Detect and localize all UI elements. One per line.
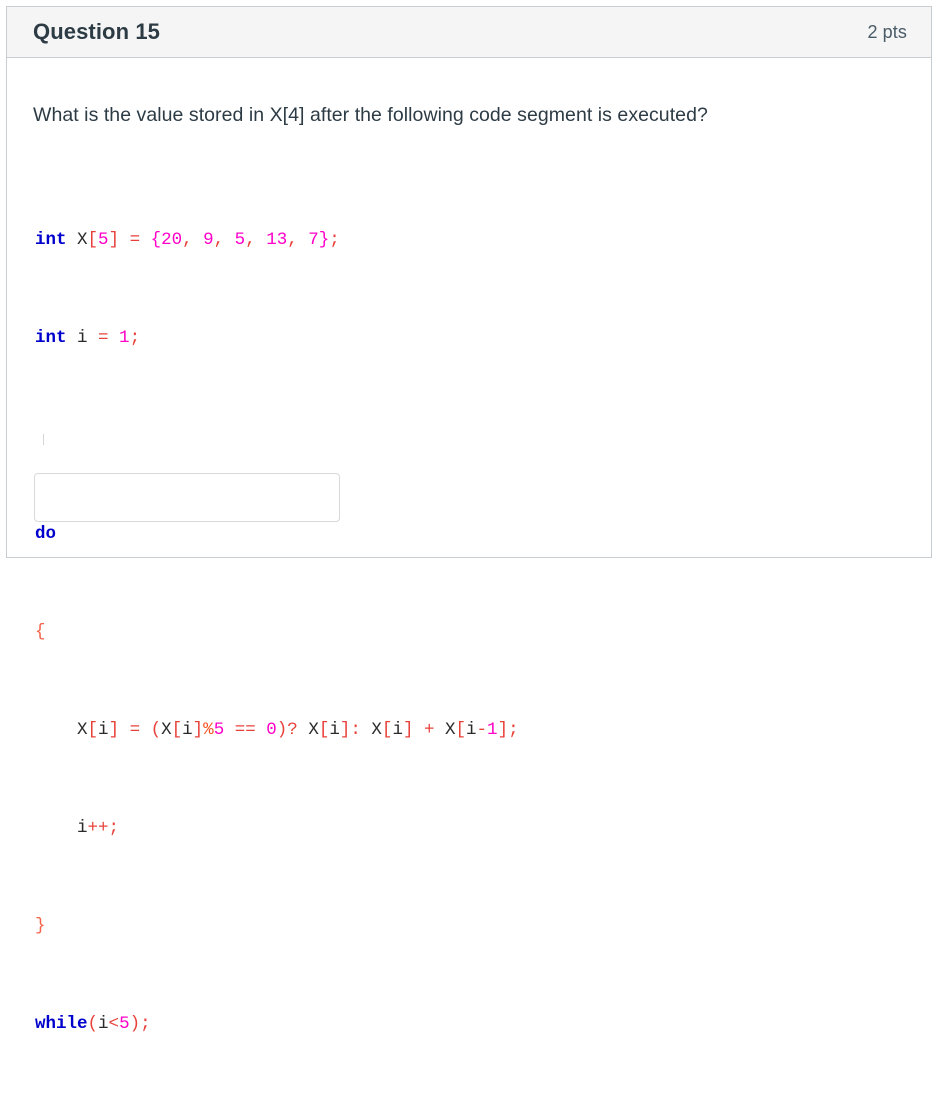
code-token-operator: % <box>203 719 214 740</box>
code-token-identifier: X <box>77 719 88 740</box>
code-token-brace: } <box>318 229 330 250</box>
code-token-identifier: i <box>182 719 193 740</box>
code-token-punct: ; <box>129 327 141 348</box>
code-token-punct: ] <box>497 719 509 740</box>
code-token-brace: { <box>35 621 46 642</box>
page-title: Question 15 <box>33 19 161 44</box>
code-line: int i = 1; <box>35 326 905 351</box>
code-segment: int X[5] = {20, 9, 5, 13, 7}; int i = 1;… <box>35 154 905 1110</box>
code-token-number: 5 <box>213 719 225 740</box>
code-token-keyword: while <box>35 1013 88 1034</box>
code-token-number: 0 <box>266 719 277 740</box>
code-token-number: 5 <box>234 229 246 250</box>
code-token-identifier: i <box>98 1013 109 1034</box>
code-token-number: 1 <box>487 719 498 740</box>
code-token-punct: ] <box>108 719 120 740</box>
code-line: } <box>35 914 905 939</box>
code-token-punct: ] <box>339 719 351 740</box>
code-token-punct: ; <box>508 719 519 740</box>
code-token-number: 1 <box>119 327 130 348</box>
code-token-number: 20 <box>161 229 183 250</box>
code-token-punct: ; <box>140 1013 151 1034</box>
code-line: while(i<5); <box>35 1012 905 1037</box>
code-token-identifier: X <box>444 719 456 740</box>
code-token-punct: ] <box>108 229 120 250</box>
code-token-operator: - <box>476 719 488 740</box>
code-token-punct: [ <box>87 719 99 740</box>
code-token-number: 5 <box>98 229 109 250</box>
code-token-identifier: X <box>371 719 382 740</box>
question-body: What is the value stored in X[4] after t… <box>7 58 931 1110</box>
question-card: Question 15 2 pts What is the value stor… <box>6 6 932 1034</box>
code-token-identifier: X <box>161 719 172 740</box>
answer-input[interactable] <box>34 473 340 522</box>
code-token-punct: [ <box>318 719 330 740</box>
question-header: Question 15 2 pts <box>7 7 931 58</box>
code-token-punct: ) <box>129 1013 141 1034</box>
code-token-identifier: i <box>392 719 403 740</box>
code-token-punct: ) <box>276 719 288 740</box>
code-token-operator: < <box>108 1013 120 1034</box>
code-token-punct: ; <box>329 229 340 250</box>
code-token-punct: [ <box>87 229 99 250</box>
code-line: int X[5] = {20, 9, 5, 13, 7}; <box>35 228 905 253</box>
code-token-punct: [ <box>171 719 183 740</box>
code-token-identifier: i <box>98 719 109 740</box>
code-token-punct: ] <box>402 719 414 740</box>
question-points: 2 pts <box>867 21 907 42</box>
code-token-number: 9 <box>203 229 214 250</box>
code-token-keyword: int <box>35 327 67 348</box>
code-token-keyword: do <box>35 523 57 544</box>
code-token-keyword: int <box>35 229 67 250</box>
code-token-punct: ] <box>192 719 204 740</box>
code-token-identifier: i <box>77 817 88 838</box>
code-token-identifier: i <box>66 327 88 348</box>
code-token-operator: = <box>87 327 120 348</box>
code-token-number: 5 <box>119 1013 130 1034</box>
code-token-brace: { <box>150 229 162 250</box>
code-token-punct: ( <box>87 1013 99 1034</box>
text-caret <box>43 434 44 445</box>
code-token-punct: [ <box>455 719 467 740</box>
code-token-punct: [ <box>381 719 393 740</box>
code-token-identifier: i <box>466 719 477 740</box>
code-token-operator: ? <box>287 719 298 740</box>
question-prompt: What is the value stored in X[4] after t… <box>33 104 708 126</box>
code-token-operator: = <box>119 229 151 250</box>
code-token-operator: == <box>234 719 256 740</box>
code-token-operator: : <box>350 719 361 740</box>
code-token-number: 13 <box>266 229 288 250</box>
code-line: do <box>35 522 905 547</box>
code-token-punct: , <box>287 229 309 250</box>
code-token-identifier: X <box>66 229 88 250</box>
code-line: i++; <box>35 816 905 841</box>
code-token-punct: , <box>182 229 204 250</box>
code-token-brace: } <box>35 915 46 936</box>
code-token-punct: ( <box>150 719 162 740</box>
code-line: { <box>35 620 905 645</box>
code-token-punct: ; <box>108 817 120 838</box>
code-token-identifier: i <box>329 719 340 740</box>
code-token-operator: + <box>413 719 445 740</box>
code-token-punct: , <box>245 229 267 250</box>
code-line: X[i] = (X[i]%5 == 0)? X[i]: X[i] + X[i-1… <box>35 718 905 743</box>
code-token-punct: , <box>213 229 235 250</box>
code-token-operator: ++ <box>87 817 109 838</box>
code-token-identifier: X <box>308 719 319 740</box>
code-token-operator: = <box>119 719 151 740</box>
code-token-number: 7 <box>308 229 319 250</box>
